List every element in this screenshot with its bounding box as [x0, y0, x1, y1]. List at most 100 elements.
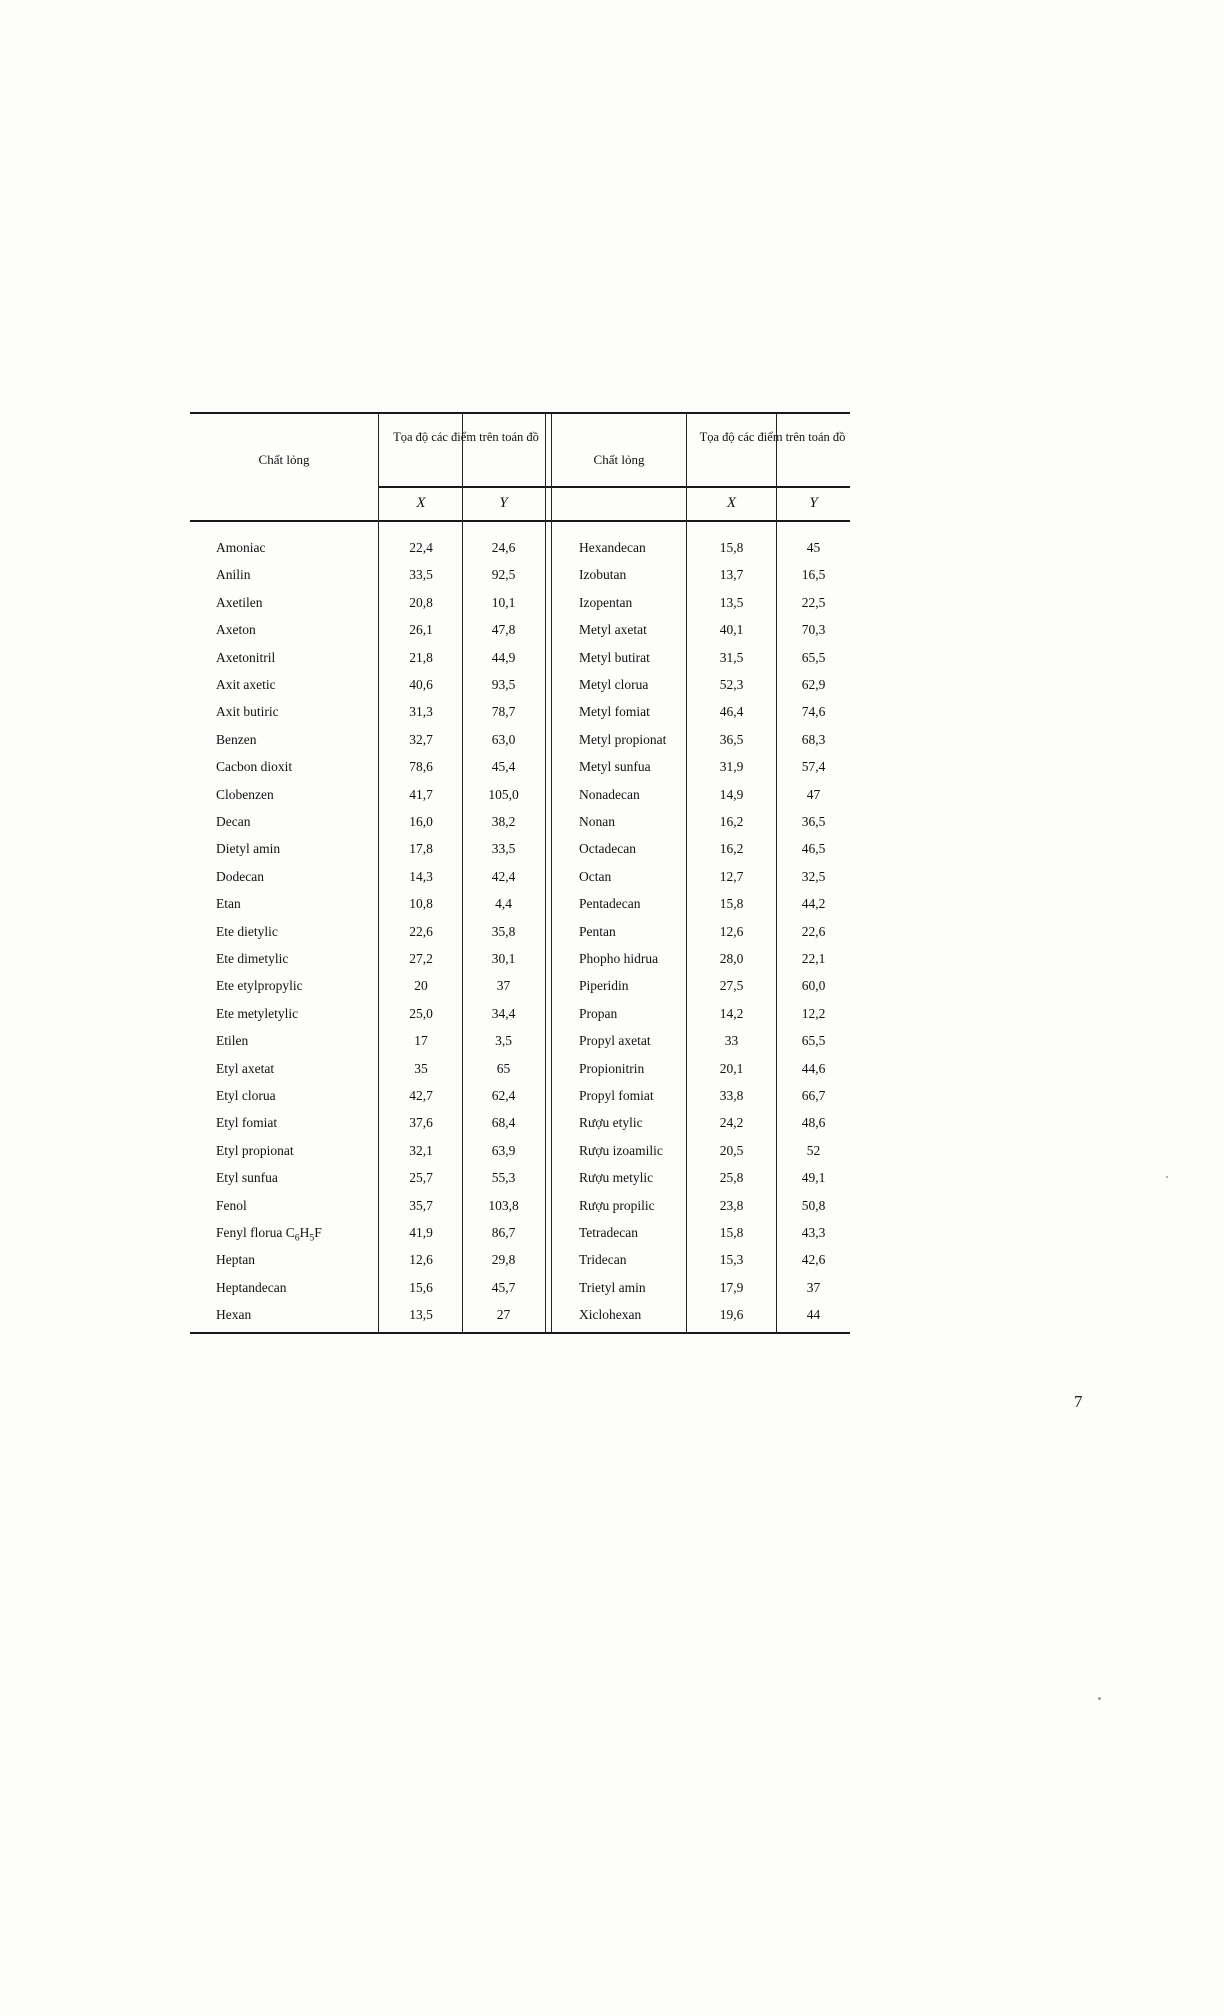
- cell-x-left: 32,1: [409, 1142, 433, 1158]
- table-grid: Chất lỏng Tọa độ các điểm trên toán đồ X…: [190, 412, 850, 1336]
- cell-substance-left: Clobenzen: [216, 786, 274, 802]
- cell-x-right: 12,6: [719, 923, 744, 939]
- cell-x-left: 35: [414, 1060, 428, 1076]
- cell-x-right: 15,8: [719, 1225, 744, 1240]
- cell-x-left: 17: [414, 1033, 428, 1049]
- cell-y-right: 47: [806, 786, 821, 802]
- cell-y-right: 37: [806, 1279, 821, 1295]
- cell-x-right: 14,2: [719, 1005, 744, 1021]
- cell-y-left: 47,8: [491, 622, 516, 638]
- cell-x-right: 17,9: [719, 1279, 744, 1295]
- cell-y-left: 27: [496, 1307, 511, 1323]
- cell-substance-left: Fenol: [216, 1197, 247, 1213]
- cell-x-right: 13,5: [719, 594, 744, 610]
- cell-y-right: 42,6: [801, 1252, 826, 1268]
- cell-y-right: 74,6: [801, 704, 826, 720]
- cell-y-right: 32,5: [801, 868, 826, 884]
- cell-y-right: 44,6: [801, 1060, 826, 1076]
- cell-y-left: 78,7: [491, 704, 516, 720]
- cell-x-right: 27,5: [719, 978, 744, 994]
- document-page: Chất lỏng Tọa độ các điểm trên toán đồ X…: [0, 0, 1224, 2016]
- header-y-left: Y: [499, 495, 508, 511]
- cell-y-left: 29,8: [491, 1252, 516, 1268]
- cell-x-right: 23,8: [719, 1197, 744, 1213]
- cell-substance-left: Axetilen: [216, 594, 263, 610]
- cell-substance-left: Axeton: [216, 622, 256, 638]
- cell-y-right: 22,1: [801, 951, 826, 966]
- cell-y-left: 45,4: [491, 759, 516, 775]
- cell-y-right: 50,8: [801, 1197, 826, 1213]
- cell-y-right: 44,2: [801, 896, 826, 912]
- cell-substance-left: Etyl sunfua: [216, 1170, 278, 1186]
- cell-y-left: 38,2: [491, 814, 516, 829]
- cell-y-left: 92,5: [491, 567, 516, 583]
- cell-x-right: 20,5: [719, 1142, 744, 1158]
- cell-y-left: 45,7: [491, 1279, 516, 1295]
- cell-y-right: 52: [806, 1142, 821, 1158]
- cell-y-right: 12,2: [801, 1005, 826, 1021]
- cell-substance-left: Anilin: [216, 567, 251, 583]
- cell-substance-left: Heptandecan: [216, 1279, 287, 1295]
- cell-x-right: 20,1: [719, 1060, 744, 1076]
- cell-substance-left: Ete etylpropylic: [216, 978, 303, 994]
- nomograph-table: Chất lỏng Tọa độ các điểm trên toán đồ X…: [190, 412, 850, 1336]
- cell-x-right: 12,7: [719, 868, 744, 884]
- cell-x-left: 32,7: [409, 731, 433, 747]
- cell-y-right: 66,7: [801, 1088, 826, 1103]
- cell-y-right: 43,3: [801, 1225, 826, 1240]
- scan-speck: [1098, 1697, 1101, 1700]
- cell-y-left: 55,3: [491, 1170, 516, 1186]
- cell-y-right: 70,3: [801, 622, 826, 638]
- cell-x-right: 33,8: [719, 1088, 744, 1103]
- cell-x-left: 21,8: [409, 649, 433, 665]
- cell-substance-left: Etilen: [216, 1033, 249, 1049]
- cell-x-right: 31,9: [719, 759, 744, 775]
- cell-y-right: 68,3: [801, 731, 826, 747]
- cell-x-right: 33: [724, 1033, 739, 1049]
- cell-y-right: 60,0: [801, 978, 826, 994]
- cell-y-left: 3,5: [495, 1033, 512, 1049]
- cell-x-right: 13,7: [719, 567, 744, 583]
- cell-x-right: 52,3: [719, 677, 744, 692]
- cell-x-left: 40,6: [409, 677, 433, 692]
- cell-substance-left: Hexan: [216, 1307, 252, 1323]
- cell-x-right: 15,8: [719, 540, 744, 555]
- cell-y-left: 4,4: [495, 896, 512, 912]
- cell-y-left: 37: [496, 978, 511, 994]
- cell-y-left: 63,9: [491, 1142, 516, 1158]
- cell-y-right: 49,1: [801, 1170, 826, 1186]
- cell-y-left: 63,0: [491, 731, 516, 747]
- cell-x-right: 31,5: [719, 649, 744, 665]
- cell-x-left: 33,5: [409, 567, 433, 583]
- cell-substance-left: Ete metyletylic: [216, 1005, 299, 1021]
- cell-substance-left: Axit butiric: [216, 704, 279, 720]
- cell-x-left: 16,0: [409, 814, 433, 829]
- cell-y-right: 65,5: [801, 649, 826, 665]
- cell-y-left: 62,4: [491, 1088, 516, 1103]
- cell-substance-left: Heptan: [216, 1252, 255, 1268]
- cell-y-right: 44: [806, 1307, 821, 1323]
- cell-substance-left: Etyl propionat: [216, 1142, 294, 1158]
- cell-x-right: 19,6: [719, 1307, 744, 1323]
- cell-substance-left: Etyl axetat: [216, 1060, 275, 1076]
- cell-x-right: 16,2: [719, 814, 744, 829]
- cell-x-left: 37,6: [409, 1115, 433, 1131]
- cell-y-left: 65: [496, 1060, 511, 1076]
- cell-substance-left: Fenyl florua C6H5F: [216, 1225, 322, 1244]
- cell-y-left: 10,1: [491, 594, 516, 610]
- cell-y-right: 46,5: [801, 841, 826, 857]
- cell-substance-left: Etyl fomiat: [216, 1115, 278, 1131]
- cell-y-left: 42,4: [491, 868, 516, 884]
- cell-x-left: 78,6: [409, 759, 433, 775]
- cell-x-left: 25,0: [409, 1005, 433, 1021]
- cell-x-left: 10,8: [409, 896, 433, 912]
- cell-y-left: 34,4: [491, 1005, 516, 1021]
- cell-y-left: 44,9: [491, 649, 516, 665]
- cell-substance-left: Amoniac: [216, 540, 266, 555]
- cell-x-right: 28,0: [719, 951, 744, 966]
- scan-speck: [1166, 1176, 1168, 1178]
- cell-x-left: 15,6: [409, 1279, 433, 1295]
- cell-y-right: 45: [806, 540, 821, 555]
- cell-substance-left: Cacbon dioxit: [216, 759, 293, 775]
- cell-substance-left: Benzen: [216, 731, 257, 747]
